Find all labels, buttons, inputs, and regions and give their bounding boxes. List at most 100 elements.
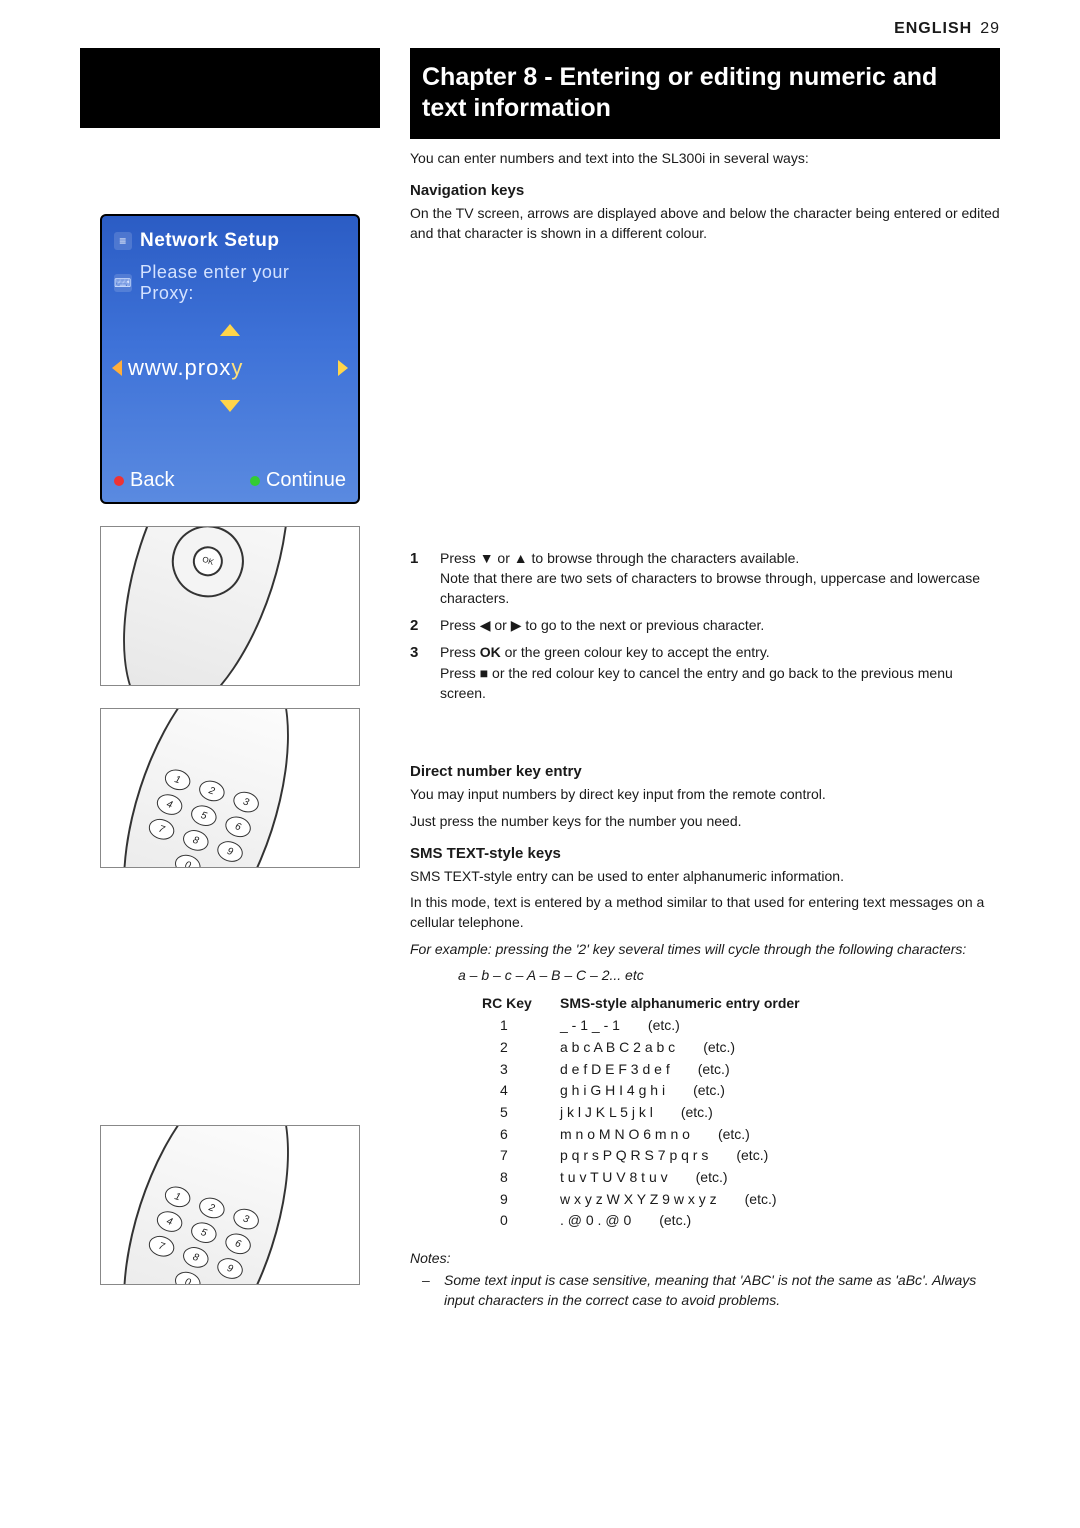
page-number: 29	[980, 20, 1000, 37]
sms-row: 0. @ 0 . @ 0(etc.)	[410, 1210, 1000, 1232]
step-text: Press ◀ or ▶ to go to the next or previo…	[440, 615, 1000, 637]
step-number: 3	[410, 642, 428, 703]
sms-order: a b c A B C 2 a b c(etc.)	[560, 1037, 735, 1059]
arrow-right-icon	[338, 360, 348, 376]
sms-heading: SMS TEXT-style keys	[410, 845, 1000, 862]
down-arrow-icon: ▼	[480, 550, 494, 566]
sms-row: 4g h i G H I 4 g h i(etc.)	[410, 1080, 1000, 1102]
col-order-header: SMS-style alphanumeric entry order	[560, 995, 800, 1011]
key-2-icon: 2	[196, 1194, 227, 1221]
red-dot-icon	[114, 476, 124, 486]
sms-order: t u v T U V 8 t u v(etc.)	[560, 1167, 728, 1189]
t: or the red colour key to cancel the entr…	[440, 665, 953, 701]
remote-keypad-figure-1: 123 456 789 0	[100, 708, 360, 868]
t: or	[494, 550, 514, 566]
tv-back-label: Back	[130, 469, 174, 491]
etc-label: (etc.)	[718, 1126, 750, 1142]
t: Press	[440, 550, 480, 566]
t: or the green colour key to accept the en…	[501, 644, 770, 660]
key-5-icon: 5	[188, 1219, 219, 1246]
sms-row: 9w x y z W X Y Z 9 w x y z(etc.)	[410, 1189, 1000, 1211]
green-dot-icon	[250, 476, 260, 486]
sms-row: 3d e f D E F 3 d e f(etc.)	[410, 1059, 1000, 1081]
nav-keys-body: On the TV screen, arrows are displayed a…	[410, 203, 1000, 244]
sms-order: j k l J K L 5 j k l(etc.)	[560, 1102, 713, 1124]
ok-label: OK	[480, 644, 501, 660]
step-text: Press ▼ or ▲ to browse through the chara…	[440, 548, 1000, 609]
sms-order: p q r s P Q R S 7 p q r s(etc.)	[560, 1145, 768, 1167]
t: Press	[440, 617, 480, 633]
prompt-icon: ⌨	[114, 274, 132, 292]
remote-keypad-figure-2: 123 456 789 0	[100, 1125, 360, 1285]
sms-table-header: RC Key SMS-style alphanumeric entry orde…	[410, 995, 1000, 1011]
key-4-icon: 4	[154, 791, 185, 818]
sms-row: 5j k l J K L 5 j k l(etc.)	[410, 1102, 1000, 1124]
sms-key: 5	[410, 1102, 560, 1124]
tv-title-row: ≡ Network Setup	[114, 230, 346, 252]
etc-label: (etc.)	[693, 1082, 725, 1098]
key-3-icon: 3	[231, 1206, 262, 1233]
key-9-icon: 9	[215, 1255, 246, 1282]
key-2-icon: 2	[196, 777, 227, 804]
key-7-icon: 7	[146, 1233, 177, 1260]
arrow-left-icon	[112, 360, 122, 376]
chapter-strip-left	[80, 48, 380, 128]
language-label: ENGLISH	[894, 20, 972, 37]
page-header: ENGLISH 29	[80, 20, 1000, 38]
sms-row: 2a b c A B C 2 a b c(etc.)	[410, 1037, 1000, 1059]
t: or	[490, 617, 510, 633]
sms-row: 6m n o M N O 6 m n o(etc.)	[410, 1124, 1000, 1146]
remote-body: 123 456 789 0	[100, 708, 322, 868]
key-7-icon: 7	[146, 816, 177, 843]
remote-navpad-figure: OK	[100, 526, 360, 686]
sms-key: 0	[410, 1210, 560, 1232]
list-icon: ≡	[114, 232, 132, 250]
sms-order: d e f D E F 3 d e f(etc.)	[560, 1059, 730, 1081]
remote-body: OK	[100, 526, 322, 686]
step-number: 1	[410, 548, 428, 609]
key-0-icon: 0	[172, 852, 203, 868]
left-column: ≡ Network Setup ⌨ Please enter your Prox…	[80, 48, 380, 1311]
sms-l1: SMS TEXT-style entry can be used to ente…	[410, 866, 1000, 886]
direct-entry-heading: Direct number key entry	[410, 763, 1000, 780]
sms-example-lead: For example: pressing the '2' key severa…	[410, 939, 1000, 959]
step-text: Press OK or the green colour key to acce…	[440, 642, 1000, 703]
tv-continue-label: Continue	[266, 469, 346, 491]
key-0-icon: 0	[172, 1269, 203, 1285]
tv-title: Network Setup	[140, 230, 280, 252]
chapter-title: Chapter 8 - Entering or editing numeric …	[410, 48, 1000, 139]
nav-keys-heading: Navigation keys	[410, 182, 1000, 199]
sms-key: 6	[410, 1124, 560, 1146]
note-item: – Some text input is case sensitive, mea…	[410, 1270, 1000, 1311]
tv-screen-figure: ≡ Network Setup ⌨ Please enter your Prox…	[100, 214, 360, 504]
direct-entry-l1: You may input numbers by direct key inpu…	[410, 784, 1000, 804]
dash-icon: –	[422, 1270, 434, 1311]
t: Press	[440, 665, 480, 681]
tv-prompt-row: ⌨ Please enter your Proxy:	[114, 262, 346, 304]
key-8-icon: 8	[180, 827, 211, 854]
sms-key: 4	[410, 1080, 560, 1102]
steps-list: 1 Press ▼ or ▲ to browse through the cha…	[410, 548, 1000, 704]
etc-label: (etc.)	[659, 1212, 691, 1228]
sms-order: w x y z W X Y Z 9 w x y z(etc.)	[560, 1189, 777, 1211]
tv-entry-text: www.proxy	[114, 338, 346, 398]
left-arrow-icon: ◀	[480, 617, 491, 633]
etc-label: (etc.)	[745, 1191, 777, 1207]
col-key-header: RC Key	[410, 995, 560, 1011]
tv-back: Back	[114, 469, 174, 492]
intro-text: You can enter numbers and text into the …	[410, 149, 1000, 169]
key-1-icon: 1	[162, 766, 193, 793]
key-6-icon: 6	[223, 1230, 254, 1257]
key-5-icon: 5	[188, 802, 219, 829]
key-9-icon: 9	[215, 838, 246, 865]
key-1-icon: 1	[162, 1183, 193, 1210]
sms-example-seq: a – b – c – A – B – C – 2... etc	[410, 965, 1000, 985]
direct-entry-l2: Just press the number keys for the numbe…	[410, 811, 1000, 831]
keypad: 123 456 789 0	[100, 708, 319, 868]
etc-label: (etc.)	[703, 1039, 735, 1055]
arrow-down-icon	[220, 400, 240, 412]
key-4-icon: 4	[154, 1208, 185, 1235]
sms-key: 1	[410, 1015, 560, 1037]
entry-prefix: www.prox	[128, 355, 231, 380]
entry-cursor-char: y	[231, 355, 243, 380]
